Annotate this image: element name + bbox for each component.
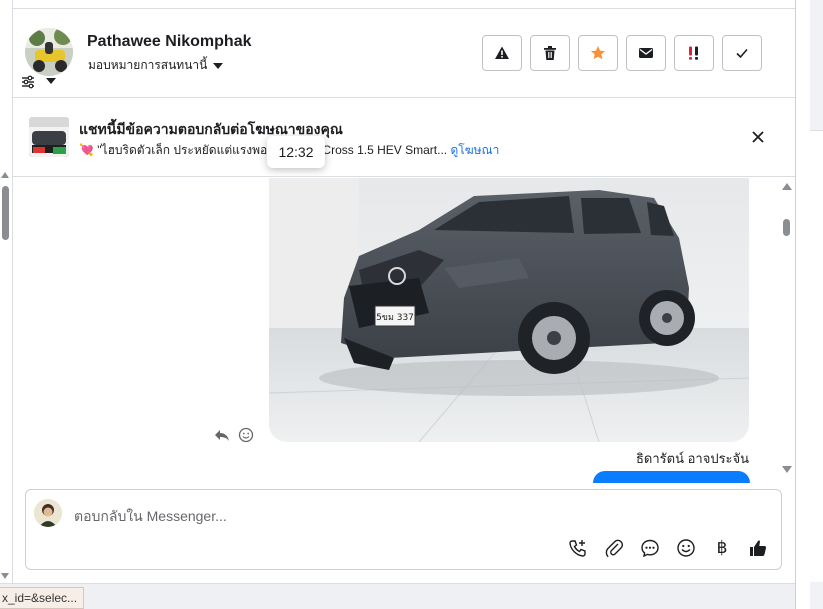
heart-icon: 💘 — [79, 143, 98, 157]
phone-plus-icon — [569, 540, 586, 557]
conversation-scrollbar[interactable] — [780, 178, 794, 478]
banner-divider — [13, 176, 795, 177]
like-button[interactable] — [747, 537, 769, 559]
priority-icon — [689, 46, 698, 60]
view-ad-link[interactable]: ดูโฆษณา — [450, 143, 499, 157]
conversation-panel: Pathawee Nikomphak มอบหมายการสนทนานี้ แช… — [13, 0, 795, 583]
composer-tools: ฿ — [567, 537, 769, 559]
license-plate: 5ขม 337 — [376, 313, 414, 323]
envelope-icon — [639, 48, 653, 58]
scroll-up-arrow[interactable] — [782, 183, 792, 190]
warning-icon — [495, 46, 509, 59]
timestamp-tooltip: 12:32 — [267, 136, 325, 168]
message-actions — [214, 427, 254, 443]
reply-icon[interactable] — [214, 427, 230, 443]
close-icon — [752, 131, 764, 143]
delete-button[interactable] — [530, 35, 570, 71]
reply-input[interactable]: ตอบกลับใน Messenger... — [74, 506, 227, 528]
message-bubble[interactable] — [593, 471, 750, 483]
filter-menu[interactable] — [21, 74, 61, 90]
chat-bubble-icon — [641, 539, 659, 558]
smiley-icon — [677, 539, 695, 557]
report-button[interactable] — [482, 35, 522, 71]
paperclip-icon — [605, 539, 624, 558]
react-smiley-icon[interactable] — [238, 427, 254, 443]
sliders-icon — [22, 75, 56, 89]
panel-scrollbar[interactable] — [795, 0, 810, 609]
scrollbar-thumb[interactable] — [2, 186, 9, 240]
star-button[interactable] — [578, 35, 618, 71]
saved-replies-button[interactable] — [639, 537, 661, 559]
baht-icon: ฿ — [716, 538, 728, 557]
my-avatar — [34, 499, 62, 527]
contact-avatar[interactable] — [25, 28, 73, 76]
contact-name[interactable]: Pathawee Nikomphak — [87, 33, 252, 51]
inbox-app: Pathawee Nikomphak มอบหมายการสนทนานี้ แช… — [0, 0, 823, 609]
ad-headline-tail: Cross 1.5 HEV Smart... — [322, 143, 448, 157]
sender-name: ธิดารัตน์ อาจประจัน — [636, 451, 750, 466]
chevron-down-icon — [213, 62, 224, 69]
assign-conversation-dropdown[interactable]: มอบหมายการสนทนานี้ — [88, 56, 224, 75]
scrollbar-thumb[interactable] — [783, 219, 790, 236]
scroll-down-arrow[interactable] — [1, 573, 9, 579]
ad-thumbnail[interactable] — [29, 117, 69, 157]
car-photo-message[interactable]: 5ขม 337 — [269, 178, 749, 442]
attach-button[interactable] — [603, 537, 625, 559]
status-url: x_id=&selec... — [0, 587, 85, 609]
scroll-up-arrow[interactable] — [1, 172, 9, 178]
thumbs-up-icon — [750, 540, 767, 556]
star-icon — [591, 46, 605, 60]
trash-icon — [544, 46, 556, 60]
top-divider — [13, 8, 795, 9]
mark-unread-button[interactable] — [626, 35, 666, 71]
check-icon — [736, 48, 748, 59]
done-button[interactable] — [722, 35, 762, 71]
side-panel-card — [810, 130, 823, 582]
emoji-button[interactable] — [675, 537, 697, 559]
call-button[interactable] — [567, 537, 589, 559]
priority-button[interactable] — [674, 35, 714, 71]
payment-button[interactable]: ฿ — [711, 537, 733, 559]
assign-label: มอบหมายการสนทนานี้ — [88, 58, 208, 72]
bottom-bar — [0, 583, 795, 609]
close-ad-banner-button[interactable] — [749, 128, 767, 146]
header-divider — [13, 97, 795, 98]
ad-headline: "ไฮบริดตัวเล็ก ประหยัดแต่แรงพอดี — [97, 143, 276, 157]
reply-composer[interactable]: ตอบกลับใน Messenger... ฿ — [25, 489, 782, 570]
scroll-down-arrow[interactable] — [782, 466, 792, 473]
left-scrollbar[interactable] — [0, 0, 13, 583]
header-actions — [482, 35, 762, 71]
